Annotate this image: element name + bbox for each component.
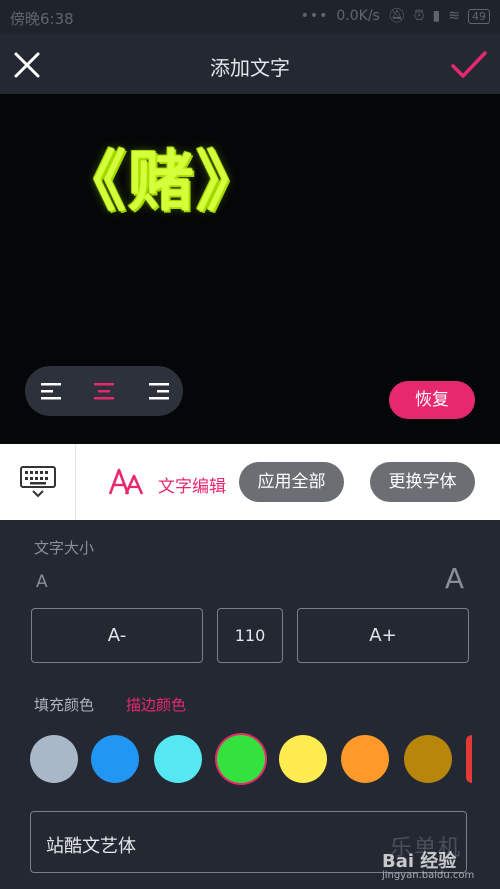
increase-size-button[interactable]: A+ bbox=[297, 608, 469, 663]
tab-stroke-color[interactable]: 描边颜色 bbox=[126, 694, 186, 715]
check-icon[interactable] bbox=[450, 48, 488, 82]
watermark-url: jingyan.baidu.com bbox=[382, 870, 475, 881]
font-name: 站酷文艺体 bbox=[46, 836, 136, 857]
edit-toolbar: 文字编辑 应用全部 更换字体 bbox=[0, 444, 500, 520]
toolbar-divider bbox=[75, 444, 76, 520]
keyboard-icon[interactable] bbox=[20, 465, 56, 499]
text-edit-tab[interactable]: 文字编辑 bbox=[158, 472, 226, 497]
change-font-button[interactable]: 更换字体 bbox=[370, 462, 475, 502]
apply-all-button[interactable]: 应用全部 bbox=[239, 462, 344, 502]
color-swatch[interactable] bbox=[404, 735, 452, 783]
text-preview: 《赌》 恢复 bbox=[0, 94, 500, 444]
size-large-indicator: A bbox=[444, 562, 464, 595]
size-small-indicator: A bbox=[36, 572, 48, 592]
decrease-size-button[interactable]: A- bbox=[31, 608, 203, 663]
color-swatch[interactable] bbox=[154, 735, 202, 783]
status-time: 傍晚6:38 bbox=[10, 10, 74, 28]
alarm-icon: ⏰︎ bbox=[413, 8, 425, 24]
mute-icon: 🔕︎ bbox=[387, 8, 406, 24]
baidu-watermark: 乐单机 Bai 经验 jingyan.baidu.com bbox=[380, 830, 495, 885]
more-dots-icon: ••• bbox=[300, 8, 329, 24]
align-center-icon[interactable] bbox=[91, 378, 117, 404]
restore-button[interactable]: 恢复 bbox=[389, 381, 475, 419]
preview-art-text[interactable]: 《赌》 bbox=[60, 128, 264, 224]
status-bar: 傍晚6:38 ••• 0.0K/s 🔕︎ ⏰︎ ▮ ≋ 49 bbox=[0, 0, 500, 34]
align-left-icon[interactable] bbox=[39, 378, 65, 404]
top-bar: 添加文字 bbox=[0, 34, 500, 94]
status-icons: ••• 0.0K/s 🔕︎ ⏰︎ ▮ ≋ 49 bbox=[301, 8, 490, 24]
align-right-icon[interactable] bbox=[145, 378, 171, 404]
wifi-icon: ≋ bbox=[448, 8, 460, 24]
align-group bbox=[25, 366, 183, 416]
color-swatch[interactable] bbox=[279, 735, 327, 783]
net-speed: 0.0K/s bbox=[336, 8, 380, 24]
tab-fill-color[interactable]: 填充颜色 bbox=[34, 694, 94, 715]
signal-icon: ▮ bbox=[432, 8, 441, 24]
page-title: 添加文字 bbox=[210, 56, 290, 80]
text-style-icon[interactable] bbox=[108, 468, 144, 496]
color-swatch[interactable] bbox=[30, 735, 78, 783]
color-swatch[interactable] bbox=[341, 735, 389, 783]
text-size-label: 文字大小 bbox=[34, 539, 95, 557]
color-swatch[interactable] bbox=[466, 735, 472, 783]
battery-icon: 49 bbox=[468, 8, 490, 24]
color-swatch[interactable] bbox=[91, 735, 139, 783]
color-swatch[interactable] bbox=[217, 735, 265, 783]
size-value-field[interactable]: 110 bbox=[217, 608, 283, 663]
